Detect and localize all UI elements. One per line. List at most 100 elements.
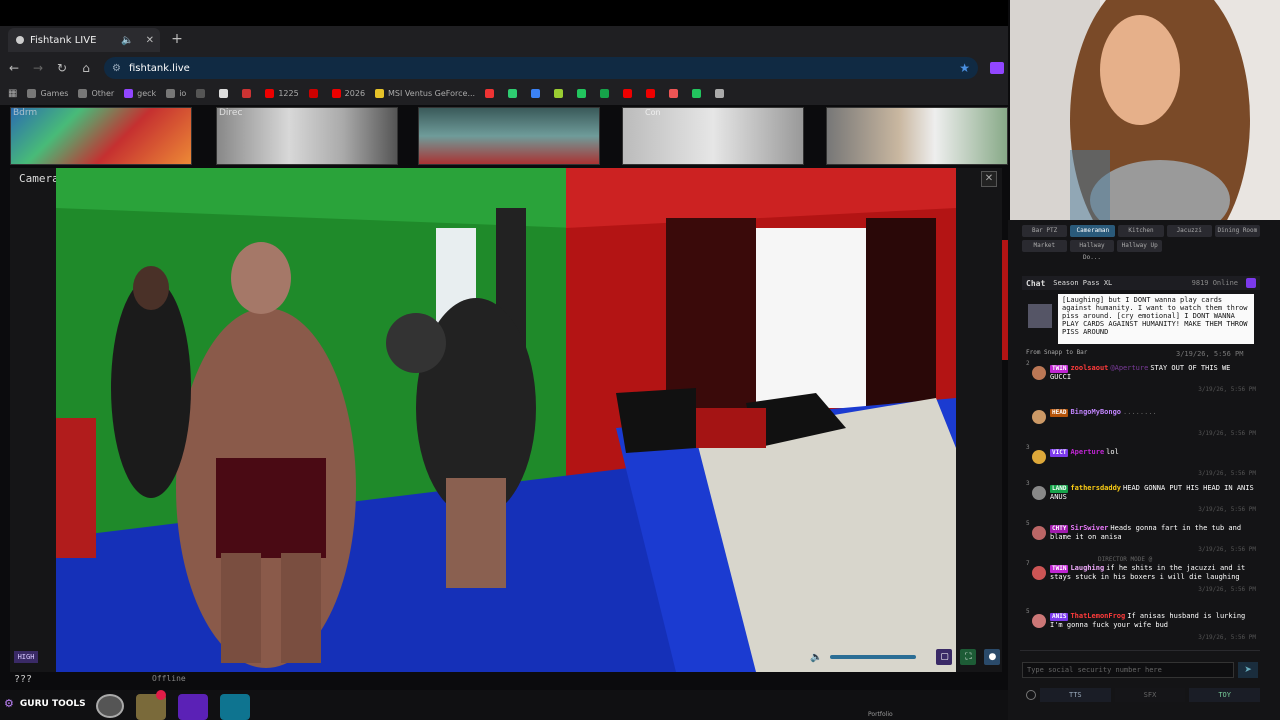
user-badge: TWIN (1050, 365, 1069, 373)
bookmark-item[interactable]: MSI Ventus GeForce... (375, 88, 475, 98)
bookmark-item[interactable] (219, 88, 232, 98)
bookmark-favicon-icon (715, 88, 725, 98)
home-icon[interactable]: ⌂ (76, 58, 96, 78)
quality-badge[interactable]: HIGH (14, 651, 38, 663)
chat-message: CHTY SirSwiver Heads gonna fart in the tub… (1050, 524, 1254, 541)
new-tab-icon[interactable]: + (168, 30, 186, 48)
camera-tab[interactable]: Market (1022, 240, 1067, 252)
bookmark-item[interactable]: geck (124, 88, 156, 98)
thumbnail-label: Bdrm (13, 108, 38, 118)
avatar[interactable] (1032, 486, 1046, 500)
bookmark-item[interactable]: 2026 (331, 88, 365, 98)
site-info-icon[interactable]: ⚙ (112, 63, 121, 74)
forward-icon[interactable]: → (28, 58, 48, 78)
inventory-chest-icon[interactable] (136, 690, 166, 720)
chat-username[interactable]: fathersdaddy (1070, 484, 1121, 492)
bookmark-favicon-icon (508, 88, 518, 98)
send-icon[interactable]: ➤ (1238, 662, 1258, 678)
volume-slider[interactable] (830, 655, 917, 659)
bookmark-item[interactable] (196, 88, 209, 98)
bookmark-item[interactable] (692, 88, 705, 98)
bookmark-item[interactable] (577, 88, 590, 98)
bookmark-item[interactable] (600, 88, 613, 98)
user-badge: LAND (1050, 485, 1069, 493)
theater-mode-icon[interactable]: ▢ (936, 649, 953, 665)
bookmark-item[interactable] (242, 88, 255, 98)
message-timestamp: 3/19/26, 5:56 PM (1198, 430, 1256, 437)
toy-button[interactable]: TOY (1189, 688, 1261, 702)
avatar[interactable] (1032, 566, 1046, 580)
thumbnail-director[interactable]: Direc (216, 107, 398, 165)
avatar[interactable] (1032, 410, 1046, 424)
bookmark-item[interactable] (669, 88, 682, 98)
close-player-button[interactable]: ✕ (981, 171, 997, 187)
camera-tab[interactable]: Hallway Up (1117, 240, 1163, 252)
bookmark-item[interactable] (715, 88, 728, 98)
extension-icon[interactable] (990, 62, 1004, 74)
camera-tabs-row-2: Market Hallway Do... Hallway Up (1022, 240, 1163, 261)
chat-input[interactable]: Type social security number here (1022, 662, 1234, 678)
chat-username[interactable]: SirSwiver (1070, 524, 1108, 532)
bookmark-item[interactable] (531, 88, 544, 98)
reload-icon[interactable]: ↻ (52, 58, 72, 78)
bookmark-star-icon[interactable]: ★ (959, 61, 970, 75)
tab-mute-icon[interactable]: 🔈 (121, 35, 133, 46)
tab-close-icon[interactable]: ✕ (146, 35, 154, 46)
apps-icon[interactable]: ▦ (8, 88, 17, 99)
bookmark-item[interactable]: Games (27, 88, 68, 98)
chat-message: TWIN Laughing if he shits in the jacuzzi a… (1050, 564, 1254, 581)
season-pass-tab[interactable]: Season Pass XL (1053, 279, 1112, 287)
emoji-icon[interactable] (1026, 690, 1036, 700)
camera-tab[interactable]: Bar PTZ (1022, 225, 1068, 237)
tts-button[interactable]: TTS (1040, 688, 1111, 702)
back-icon[interactable]: ← (4, 58, 24, 78)
sfx-button[interactable]: SFX (1114, 688, 1186, 702)
bookmark-item[interactable]: io (166, 88, 186, 98)
chat-username[interactable]: Laughing (1070, 564, 1104, 572)
message-count: 3 (1026, 480, 1030, 487)
avatar[interactable] (1032, 366, 1046, 380)
bookmark-item[interactable]: Other (78, 88, 114, 98)
camera-tab[interactable]: Kitchen (1118, 225, 1164, 237)
chat-username[interactable]: BingoMyBongo (1070, 408, 1121, 416)
thumbnail-hallway[interactable] (826, 107, 1008, 165)
bookmark-favicon-icon (646, 88, 656, 98)
avatar[interactable] (1032, 450, 1046, 464)
user-badge: HEAD (1050, 409, 1069, 417)
camera-tab[interactable]: Hallway Do... (1069, 240, 1115, 261)
bookmark-item[interactable] (485, 88, 498, 98)
user-badge: VICT (1050, 449, 1069, 457)
record-icon[interactable]: ● (984, 649, 1001, 665)
tools-icon[interactable] (220, 694, 250, 720)
guru-tools-button[interactable]: ⚙ GURU TOOLS (4, 697, 86, 710)
video-stream[interactable] (56, 168, 956, 672)
settings-gear-icon[interactable] (96, 694, 124, 718)
mention[interactable]: @Aperture (1110, 364, 1148, 372)
browser-tab[interactable]: Fishtank LIVE 🔈 ✕ (8, 28, 160, 52)
streamer-webcam (1010, 0, 1280, 220)
thumbnail-jacuzzi[interactable] (418, 107, 600, 165)
camera-tab[interactable]: Jacuzzi (1166, 225, 1212, 237)
bookmark-item[interactable] (308, 88, 322, 98)
bookmark-item[interactable]: 1225 (265, 88, 299, 98)
season-pass-icon[interactable] (178, 694, 208, 720)
avatar[interactable] (1032, 614, 1046, 628)
volume-icon[interactable]: 🔈 (810, 652, 822, 663)
thumbnail-con[interactable]: Con (622, 107, 804, 165)
bookmark-item[interactable] (623, 88, 636, 98)
camera-tab[interactable]: Cameraman (1070, 225, 1116, 237)
chat-username[interactable]: zoolsaout (1070, 364, 1108, 372)
chat-message: HEAD BingoMyBongo........ (1050, 408, 1254, 417)
address-bar[interactable]: ⚙ fishtank.live ★ (104, 57, 978, 79)
bookmark-item[interactable] (554, 88, 567, 98)
message-text: lol (1106, 448, 1119, 456)
fullscreen-icon[interactable]: ⛶ (960, 649, 977, 665)
chat-settings-icon[interactable] (1246, 278, 1256, 288)
camera-tab[interactable]: Dining Room (1214, 225, 1261, 237)
bookmark-item[interactable] (508, 88, 521, 98)
chat-username[interactable]: ThatLemonFrog (1070, 612, 1125, 620)
avatar[interactable] (1032, 526, 1046, 540)
chat-username[interactable]: Aperture (1070, 448, 1104, 456)
thumbnail-bedroom[interactable]: Bdrm (10, 107, 192, 165)
bookmark-item[interactable] (646, 88, 659, 98)
